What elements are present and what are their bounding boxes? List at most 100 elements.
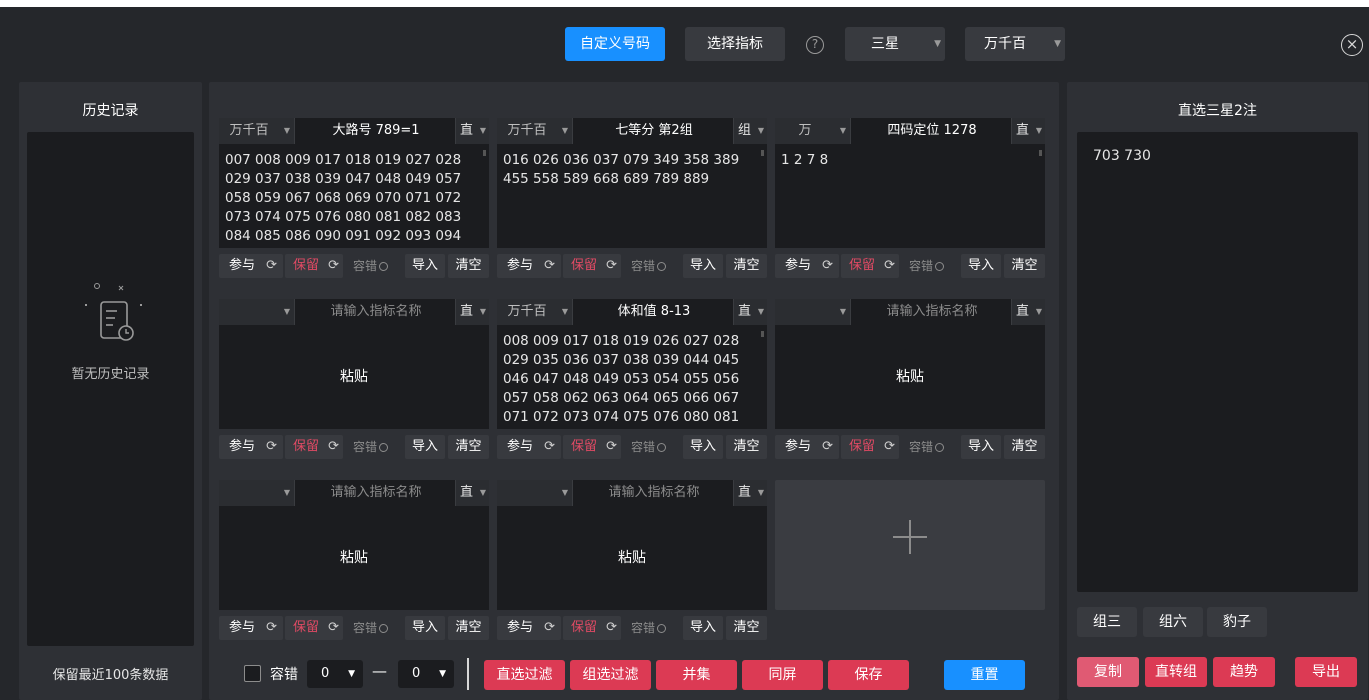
clear-button[interactable]: 清空 (448, 254, 489, 278)
import-button[interactable]: 导入 (683, 616, 723, 640)
close-icon[interactable]: × (1341, 34, 1363, 56)
card-type-select[interactable]: 直 ▼ (455, 480, 489, 506)
direct-filter-button[interactable]: 直选过滤 (484, 660, 565, 690)
card-type-select[interactable]: 直 ▼ (455, 299, 489, 325)
card-type-select[interactable]: 直 ▼ (733, 299, 767, 325)
clear-button[interactable]: 清空 (448, 616, 489, 640)
tolerance-toggle[interactable]: 容错 (909, 435, 945, 459)
scrollbar[interactable] (761, 150, 764, 156)
clear-button[interactable]: 清空 (448, 435, 489, 459)
keep-button[interactable]: 保留 ⟳ (563, 616, 621, 640)
join-button[interactable]: 参与 ⟳ (497, 254, 561, 278)
card-indicator-name[interactable]: 请输入指标名称 (297, 299, 455, 325)
group-filter-button[interactable]: 组选过滤 (570, 660, 651, 690)
save-button[interactable]: 保存 (828, 660, 909, 690)
union-button[interactable]: 并集 (656, 660, 737, 690)
help-icon[interactable]: ? (806, 36, 824, 54)
position-select[interactable]: 万千百 ▼ (965, 27, 1065, 61)
import-button[interactable]: 导入 (683, 254, 723, 278)
numbers-textarea[interactable]: 016 026 036 037 079 349 358 389 455 558 … (497, 144, 767, 248)
tolerance-checkbox[interactable] (244, 665, 261, 682)
card-indicator-name[interactable]: 体和值 8-13 (575, 299, 733, 325)
import-button[interactable]: 导入 (961, 435, 1001, 459)
reset-button[interactable]: 重置 (944, 660, 1025, 690)
card-indicator-name[interactable]: 请输入指标名称 (297, 480, 455, 506)
join-button[interactable]: 参与 ⟳ (497, 616, 561, 640)
keep-button[interactable]: 保留 ⟳ (841, 435, 899, 459)
clear-button[interactable]: 清空 (726, 254, 767, 278)
card-position-select[interactable]: 万千百 ▼ (497, 299, 573, 325)
import-button[interactable]: 导入 (405, 435, 445, 459)
to-group-button[interactable]: 直转组 (1145, 657, 1207, 687)
clear-button[interactable]: 清空 (1004, 254, 1045, 278)
add-indicator-card[interactable] (775, 480, 1045, 610)
tolerance-max-select[interactable]: 0 ▼ (398, 660, 454, 688)
tolerance-toggle[interactable]: 容错 (631, 435, 667, 459)
paste-area[interactable]: 粘贴 (775, 325, 1045, 429)
card-type-select[interactable]: 直 ▼ (1011, 299, 1045, 325)
card-type-select[interactable]: 直 ▼ (1011, 118, 1045, 144)
tolerance-toggle[interactable]: 容错 (631, 254, 667, 278)
scrollbar[interactable] (483, 150, 486, 156)
card-position-select[interactable]: 万千百 ▼ (497, 118, 573, 144)
paste-area[interactable]: 粘贴 (219, 325, 489, 429)
clear-button[interactable]: 清空 (726, 616, 767, 640)
card-indicator-name[interactable]: 四码定位 1278 (853, 118, 1011, 144)
card-position-select[interactable]: 万千百 ▼ (219, 118, 295, 144)
join-button[interactable]: 参与 ⟳ (219, 435, 283, 459)
result-content[interactable]: 703 730 (1077, 132, 1358, 592)
card-indicator-name[interactable]: 请输入指标名称 (853, 299, 1011, 325)
keep-button[interactable]: 保留 ⟳ (285, 435, 343, 459)
custom-numbers-button[interactable]: 自定义号码 (565, 27, 665, 61)
clear-button[interactable]: 清空 (1004, 435, 1045, 459)
group6-button[interactable]: 组六 (1143, 607, 1203, 637)
tolerance-toggle[interactable]: 容错 (353, 616, 389, 640)
join-button[interactable]: 参与 ⟳ (775, 435, 839, 459)
keep-button[interactable]: 保留 ⟳ (563, 435, 621, 459)
tolerance-min-select[interactable]: 0 ▼ (307, 660, 363, 688)
clear-button[interactable]: 清空 (726, 435, 767, 459)
tolerance-toggle[interactable]: 容错 (909, 254, 945, 278)
leopard-button[interactable]: 豹子 (1207, 607, 1267, 637)
card-position-select[interactable]: ▼ (497, 480, 573, 506)
import-button[interactable]: 导入 (405, 254, 445, 278)
import-button[interactable]: 导入 (683, 435, 723, 459)
trend-button[interactable]: 趋势 (1213, 657, 1275, 687)
keep-button[interactable]: 保留 ⟳ (841, 254, 899, 278)
same-screen-button[interactable]: 同屏 (742, 660, 823, 690)
choose-indicator-button[interactable]: 选择指标 (685, 27, 785, 61)
scrollbar[interactable] (761, 331, 764, 337)
paste-area[interactable]: 粘贴 (219, 506, 489, 610)
card-position-select[interactable]: 万 ▼ (775, 118, 851, 144)
card-indicator-name[interactable]: 七等分 第2组 (575, 118, 733, 144)
card-indicator-name[interactable]: 大路号 789=1 (297, 118, 455, 144)
card-type-select[interactable]: 直 ▼ (733, 480, 767, 506)
group3-button[interactable]: 组三 (1077, 607, 1137, 637)
copy-button[interactable]: 复制 (1077, 657, 1139, 687)
numbers-textarea[interactable]: 008 009 017 018 019 026 027 028 029 035 … (497, 325, 767, 429)
tolerance-toggle[interactable]: 容错 (353, 254, 389, 278)
card-position-select[interactable]: ▼ (219, 299, 295, 325)
numbers-textarea[interactable]: 007 008 009 017 018 019 027 028 029 037 … (219, 144, 489, 248)
import-button[interactable]: 导入 (961, 254, 1001, 278)
tolerance-toggle[interactable]: 容错 (353, 435, 389, 459)
keep-button[interactable]: 保留 ⟳ (285, 616, 343, 640)
join-button[interactable]: 参与 ⟳ (775, 254, 839, 278)
star-count-select[interactable]: 三星 ▼ (845, 27, 945, 61)
card-indicator-name[interactable]: 请输入指标名称 (575, 480, 733, 506)
join-button[interactable]: 参与 ⟳ (497, 435, 561, 459)
numbers-textarea[interactable]: 1 2 7 8 (775, 144, 1045, 248)
keep-button[interactable]: 保留 ⟳ (285, 254, 343, 278)
join-button[interactable]: 参与 ⟳ (219, 616, 283, 640)
card-position-select[interactable]: ▼ (775, 299, 851, 325)
import-button[interactable]: 导入 (405, 616, 445, 640)
scrollbar[interactable] (1039, 150, 1042, 156)
card-position-select[interactable]: ▼ (219, 480, 295, 506)
tolerance-toggle[interactable]: 容错 (631, 616, 667, 640)
card-type-select[interactable]: 直 ▼ (455, 118, 489, 144)
paste-area[interactable]: 粘贴 (497, 506, 767, 610)
keep-button[interactable]: 保留 ⟳ (563, 254, 621, 278)
export-button[interactable]: 导出 (1295, 657, 1357, 687)
card-type-select[interactable]: 组 ▼ (733, 118, 767, 144)
join-button[interactable]: 参与 ⟳ (219, 254, 283, 278)
